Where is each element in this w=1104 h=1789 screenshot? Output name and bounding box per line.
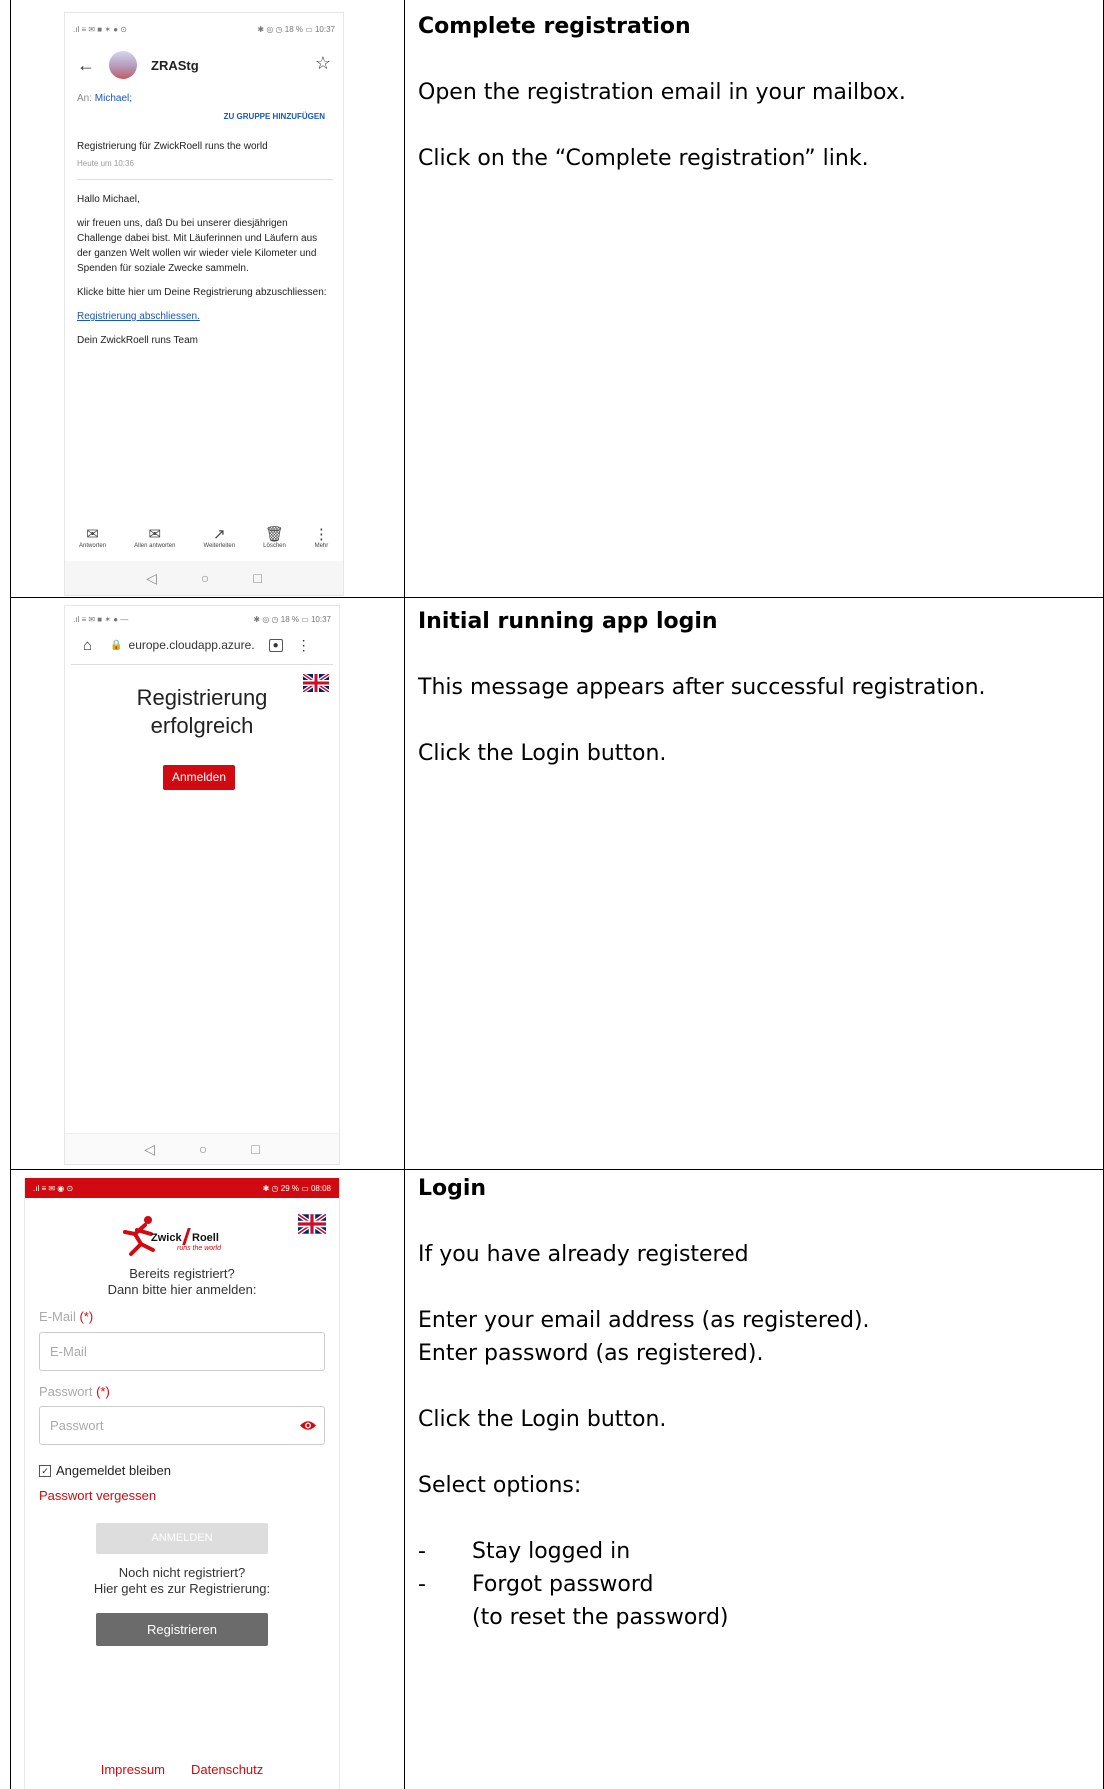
table-column-divider [404, 0, 405, 1789]
home-icon[interactable]: ⌂ [83, 637, 92, 654]
more-icon: ⋮ [313, 526, 329, 543]
screenshot-login: .ıl ≡ ✉ ◉ ⊙ ✱ ◷ 29 % ▭ 08:08 Zwick Roell… [24, 1178, 340, 1789]
delete-button[interactable]: 🗑 Löschen [263, 525, 286, 549]
row-1-heading: Complete registration [418, 14, 691, 39]
password-input[interactable]: Passwort [39, 1406, 325, 1445]
datenschutz-link[interactable]: Datenschutz [191, 1762, 263, 1777]
mail-paragraph-1: wir freuen uns, daß Du bei unserer diesj… [77, 218, 318, 274]
email-label: E-Mail (*) [39, 1309, 94, 1324]
password-label: Passwort (*) [39, 1384, 110, 1399]
nav-recents-icon[interactable]: □ [251, 1141, 259, 1157]
row-3-instructions: Login If you have already registered Ent… [418, 1172, 870, 1634]
add-to-group-link[interactable]: ZU GRUPPE HINZUFÜGEN [224, 112, 325, 121]
row-2-line-1: This message appears after successful re… [418, 675, 986, 700]
back-arrow-icon[interactable]: ← [77, 55, 95, 76]
bullet-stay-logged-in: - Stay logged in [418, 1539, 631, 1564]
nav-recents-icon[interactable]: □ [253, 570, 261, 586]
mail-greeting: Hallo Michael, [77, 194, 140, 205]
table-border-left [10, 0, 11, 1789]
row-3-line-4: Click the Login button. [418, 1407, 667, 1432]
row-2-line-2: Click the Login button. [418, 741, 667, 766]
row-1-line-2: Click on the “Complete registration” lin… [418, 146, 869, 171]
impressum-link[interactable]: Impressum [101, 1762, 165, 1777]
row-1-instructions: Complete registration Open the registrat… [418, 10, 906, 208]
browser-bar: ⌂ 🔒 europe.cloudapp.azure. ● ⋮ [65, 628, 339, 662]
divider [77, 179, 333, 180]
row-3-line-5: Select options: [418, 1473, 582, 1498]
row-3-line-3: Enter password (as registered). [418, 1341, 764, 1366]
eye-icon[interactable] [299, 1419, 317, 1432]
mail-date: Heute um 10:36 [77, 159, 134, 168]
zwickroell-logo: Zwick Roell runs the world [121, 1214, 243, 1258]
sender-name: ZRAStg [151, 58, 199, 73]
row-3-line-1: If you have already registered [418, 1242, 749, 1267]
bullet-forgot-password: - Forgot password [418, 1572, 654, 1597]
table-row-divider-1 [10, 597, 1104, 598]
mail-toolbar: ✉ Antworten ✉ Allen antworten ↗ Weiterleite… [65, 525, 343, 549]
stay-logged-in-checkbox[interactable]: ✓ Angemeldet bleiben [39, 1463, 171, 1478]
success-title: Registrierung erfolgreich [136, 685, 268, 738]
more-button[interactable]: ⋮ Mehr [314, 525, 329, 549]
row-2-heading: Initial running app login [418, 609, 718, 634]
forgot-password-link[interactable]: Passwort vergessen [39, 1488, 156, 1503]
screenshot-email: .ıl ≡ ✉ ■ ✶ ● ⊙ ✱ ◎ ◷ 18 % ▭ 10:37 ← ZRA… [64, 12, 344, 596]
mail-paragraph-2: Klicke bitte hier um Deine Registrierung… [77, 287, 327, 298]
row-2-instructions: Initial running app login This message a… [418, 605, 986, 803]
reply-icon: ✉ [86, 526, 99, 543]
logo-slash [182, 1228, 191, 1245]
lock-icon: 🔒 [110, 639, 123, 651]
tabs-icon[interactable]: ● [268, 638, 283, 652]
register-prompt: Noch nicht registriert? Hier geht es zur… [93, 1565, 271, 1596]
nav-home-icon[interactable]: ○ [201, 570, 209, 586]
register-button[interactable]: Registrieren [96, 1613, 268, 1646]
reply-all-button[interactable]: ✉ Allen antworten [134, 525, 175, 549]
login-button[interactable]: Anmelden [163, 765, 235, 790]
bullet-note: (to reset the password) [472, 1605, 729, 1630]
recipient: An: Michael; [77, 93, 133, 104]
android-navbar: ◁ ○ □ [65, 561, 343, 595]
status-bar: .ıl ≡ ✉ ■ ✶ ● ⊙ ✱ ◎ ◷ 18 % ▭ 10:37 [73, 25, 335, 34]
nav-back-icon[interactable]: ◁ [146, 570, 157, 587]
complete-registration-link[interactable]: Registrierung abschliessen. [77, 309, 329, 324]
email-input[interactable]: E-Mail [39, 1332, 325, 1371]
url-field[interactable]: europe.cloudapp.azure. [129, 638, 255, 652]
row-3-heading: Login [418, 1176, 487, 1201]
reply-all-icon: ✉ [148, 526, 162, 543]
forward-icon: ↗ [213, 526, 226, 543]
star-icon[interactable]: ☆ [315, 53, 331, 74]
login-prompt: Bereits registriert? Dann bitte hier anm… [107, 1266, 257, 1297]
divider [71, 664, 333, 665]
avatar [109, 51, 137, 79]
screenshot-registration-success: .ıl ≡ ✉ ■ ✶ ● — ✱ ◎ ◷ 18 % ▭ 10:37 ⌂ 🔒 e… [64, 605, 340, 1165]
status-bar: .ıl ≡ ✉ ◉ ⊙ ✱ ◷ 29 % ▭ 08:08 [25, 1178, 339, 1198]
nav-back-icon[interactable]: ◁ [144, 1141, 155, 1158]
trash-icon: 🗑 [264, 526, 285, 543]
status-bar: .ıl ≡ ✉ ■ ✶ ● — ✱ ◎ ◷ 18 % ▭ 10:37 [73, 615, 331, 624]
table-row-divider-2 [10, 1169, 1104, 1170]
row-1-line-1: Open the registration email in your mail… [418, 80, 906, 105]
login-submit-button[interactable]: ANMELDEN [96, 1523, 268, 1554]
forward-button[interactable]: ↗ Weiterleiten [204, 525, 236, 549]
mail-body: Hallo Michael, wir freuen uns, daß Du be… [77, 192, 329, 348]
mail-header: ← ZRAStg ☆ [73, 49, 335, 83]
footer-links: Impressum Datenschutz [25, 1762, 339, 1777]
uk-flag-icon[interactable] [298, 1214, 326, 1234]
mail-signoff: Dein ZwickRoell runs Team [77, 335, 198, 346]
row-3-line-2: Enter your email address (as registered)… [418, 1308, 870, 1333]
menu-icon[interactable]: ⋮ [297, 637, 311, 654]
reply-button[interactable]: ✉ Antworten [79, 525, 106, 549]
checkbox-checked-icon: ✓ [39, 1464, 51, 1477]
android-navbar: ◁ ○ □ [65, 1133, 339, 1164]
mail-subject: Registrierung für ZwickRoell runs the wo… [77, 141, 268, 152]
nav-home-icon[interactable]: ○ [199, 1141, 207, 1157]
